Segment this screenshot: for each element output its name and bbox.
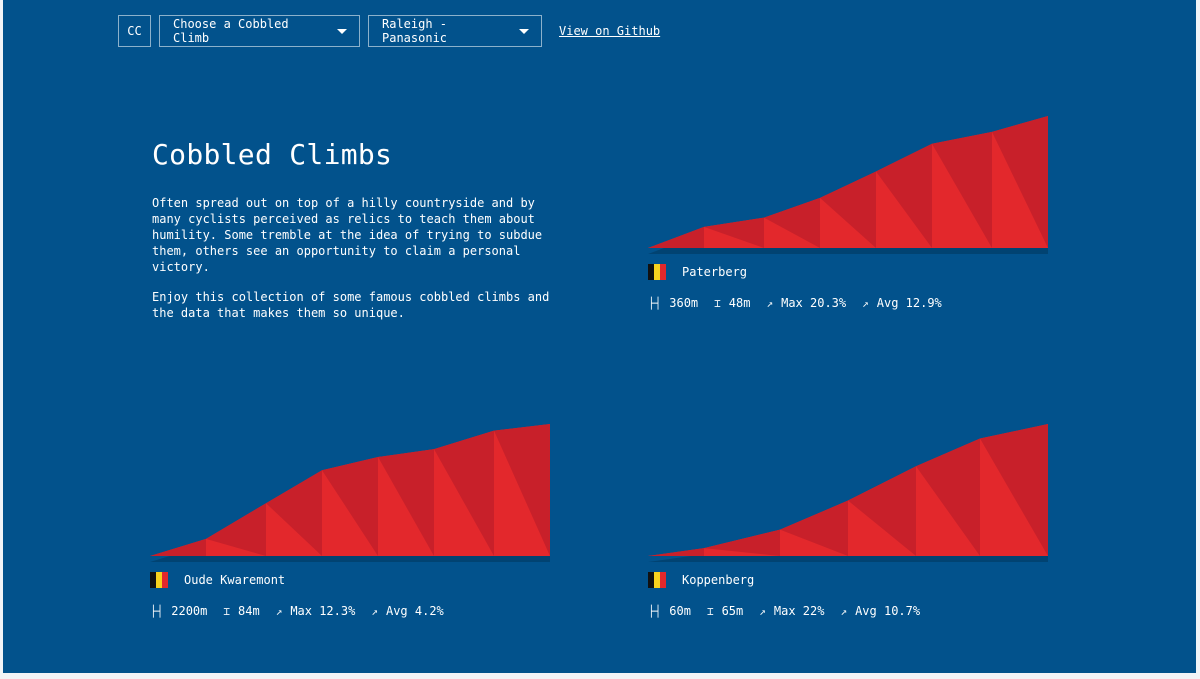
intro-paragraph-1: Often spread out on top of a hilly count…	[152, 196, 543, 274]
profile-segment-shade	[648, 226, 704, 248]
max-gradient: Max 22%	[773, 604, 825, 618]
team-select-label: Raleigh - Panasonic	[382, 17, 448, 45]
climb-card-oude-kwaremont[interactable]: Oude Kwaremont ├┤ 2200m ⌶ 84m ↗ Max 12.3% ↗…	[150, 418, 550, 618]
arrow-up-right-icon: ↗	[840, 604, 848, 618]
arrow-up-right-icon: ↗	[275, 604, 283, 618]
climb-stats: ├┤ 360m ⌶ 48m ↗ Max 20.3% ↗ Avg 12.9%	[648, 296, 1048, 310]
vertical-range-icon: ⌶	[714, 296, 721, 310]
elevation-value: 65m	[721, 604, 744, 618]
belgium-flag-icon	[648, 264, 666, 280]
vertical-range-icon: ⌶	[223, 604, 230, 618]
arrow-up-right-icon: ↗	[766, 296, 774, 310]
caret-down-icon	[337, 28, 347, 34]
arrow-up-right-icon: ↗	[862, 296, 869, 310]
intro: Cobbled Climbs Often spread out on top o…	[152, 138, 562, 335]
elevation-profile	[648, 424, 1048, 562]
belgium-flag-icon	[648, 572, 666, 588]
climb-name: Paterberg	[682, 265, 748, 279]
elevation-profile	[150, 424, 550, 562]
climb-stats: ├┤ 2200m ⌶ 84m ↗ Max 12.3% ↗ Avg 4.2%	[150, 604, 550, 618]
avg-gradient: Avg 10.7%	[855, 604, 921, 618]
climb-card-koppenberg[interactable]: Koppenberg ├┤ 60m ⌶ 65m ↗ Max 22% ↗ Avg 10.7…	[648, 418, 1048, 618]
app-background: CC Choose a Cobbled Climb Raleigh - Pana…	[3, 0, 1196, 673]
avg-gradient: Avg 12.9%	[876, 296, 942, 310]
profile-segment-shade	[150, 538, 206, 556]
belgium-flag-icon	[150, 572, 168, 588]
horizontal-range-icon: ├┤	[648, 296, 662, 310]
caret-down-icon	[519, 28, 529, 34]
vertical-range-icon: ⌶	[706, 604, 714, 618]
elevation-profile	[648, 116, 1048, 254]
intro-paragraph-2: Enjoy this collection of some famous cob…	[152, 290, 550, 320]
climb-stats: ├┤ 60m ⌶ 65m ↗ Max 22% ↗ Avg 10.7%	[648, 604, 1048, 618]
avg-gradient: Avg 4.2%	[385, 604, 444, 618]
github-link[interactable]: View on Github	[559, 24, 660, 38]
distance-value: 60m	[669, 604, 691, 618]
arrow-up-right-icon: ↗	[759, 604, 766, 618]
arrow-up-right-icon: ↗	[371, 604, 378, 618]
elevation-value: 84m	[238, 604, 260, 618]
horizontal-range-icon: ├┤	[150, 604, 164, 618]
profile-segment-shade	[648, 548, 704, 556]
max-gradient: Max 12.3%	[290, 604, 356, 618]
top-nav: CC Choose a Cobbled Climb Raleigh - Pana…	[118, 15, 660, 47]
team-select[interactable]: Raleigh - Panasonic	[368, 15, 542, 47]
distance-value: 360m	[669, 296, 699, 310]
climb-card-paterberg[interactable]: Paterberg ├┤ 360m ⌶ 48m ↗ Max 20.3% ↗ Avg 12…	[648, 110, 1048, 310]
distance-value: 2200m	[171, 604, 208, 618]
horizontal-range-icon: ├┤	[648, 604, 662, 618]
max-gradient: Max 20.3%	[781, 296, 847, 310]
climb-select[interactable]: Choose a Cobbled Climb	[159, 15, 360, 47]
climb-select-label: Choose a Cobbled Climb	[173, 17, 289, 45]
climb-name: Oude Kwaremont	[184, 573, 286, 587]
climb-name: Koppenberg	[682, 573, 755, 587]
page-title: Cobbled Climbs	[152, 138, 393, 171]
logo[interactable]: CC	[118, 15, 151, 47]
elevation-value: 48m	[728, 296, 751, 310]
